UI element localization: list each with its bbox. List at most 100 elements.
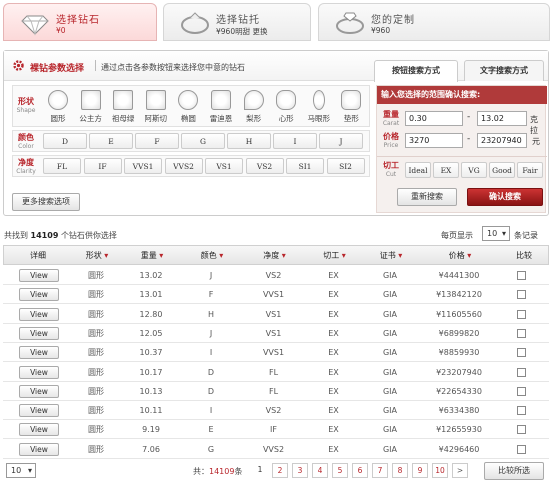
- view-button[interactable]: View: [19, 346, 59, 360]
- column-header[interactable]: 证书 ▾: [362, 246, 420, 266]
- compare-checkbox[interactable]: [517, 328, 526, 338]
- compare-selected-button[interactable]: 比较所选: [484, 462, 544, 480]
- shape-option[interactable]: 祖母绿: [108, 86, 138, 126]
- compare-checkbox[interactable]: [517, 367, 526, 377]
- page-link[interactable]: 6: [352, 463, 368, 478]
- range-dash: -: [467, 134, 471, 144]
- price-max-input[interactable]: 23207940: [477, 133, 527, 148]
- view-button[interactable]: View: [19, 384, 59, 398]
- compare-checkbox[interactable]: [517, 290, 526, 300]
- view-button[interactable]: View: [19, 404, 59, 418]
- price-min-input[interactable]: 3270: [405, 133, 463, 148]
- compare-checkbox[interactable]: [517, 444, 526, 454]
- color-option[interactable]: F: [135, 133, 179, 149]
- footer-per-page-select[interactable]: 10: [6, 463, 36, 478]
- shape-option[interactable]: 心形: [271, 86, 301, 126]
- page-link[interactable]: 10: [432, 463, 448, 478]
- page-link[interactable]: 9: [412, 463, 428, 478]
- sort-arrow-icon: ▾: [216, 251, 224, 260]
- cut-option[interactable]: Ideal: [405, 162, 431, 178]
- shape-option[interactable]: 椭圆: [173, 86, 203, 126]
- compare-checkbox[interactable]: [517, 271, 526, 280]
- cell-color: F: [208, 290, 214, 300]
- per-page-suffix: 条记录: [514, 231, 538, 240]
- view-button[interactable]: View: [19, 326, 59, 340]
- cell-weight: 9.19: [142, 425, 160, 435]
- clarity-option[interactable]: IF: [83, 158, 122, 174]
- clarity-option[interactable]: VVS2: [164, 158, 203, 174]
- cut-option[interactable]: VG: [461, 162, 487, 178]
- clarity-option[interactable]: VS1: [205, 158, 243, 174]
- compare-checkbox[interactable]: [517, 406, 526, 416]
- shape-option[interactable]: 梨形: [239, 86, 269, 126]
- shape-option[interactable]: 阿斯切: [141, 86, 171, 126]
- clarity-option[interactable]: SI1: [286, 158, 324, 174]
- per-page-select[interactable]: 10: [482, 226, 510, 241]
- column-header[interactable]: 净度 ▾: [242, 246, 307, 266]
- cut-option[interactable]: Fair: [517, 162, 543, 178]
- clarity-option[interactable]: VS2: [245, 158, 284, 174]
- cell-clarity: VVS1: [262, 348, 285, 358]
- tab-button-search[interactable]: 按钮搜索方式: [374, 60, 458, 82]
- view-button[interactable]: View: [19, 442, 59, 456]
- view-button[interactable]: View: [19, 423, 59, 437]
- shape-option[interactable]: 垫形: [336, 86, 366, 126]
- clarity-option[interactable]: SI2: [326, 158, 365, 174]
- column-header[interactable]: 切工 ▾: [307, 246, 362, 266]
- view-button[interactable]: View: [19, 288, 59, 302]
- shape-option[interactable]: 马眼形: [304, 86, 334, 126]
- compare-checkbox[interactable]: [517, 348, 526, 358]
- column-header[interactable]: 颜色 ▾: [182, 246, 242, 266]
- cell-shape: 圆形: [88, 425, 104, 435]
- clarity-option[interactable]: VVS1: [124, 158, 162, 174]
- shape-option[interactable]: 圆形: [43, 86, 73, 126]
- step-select-diamond[interactable]: 选择钻石 ¥0: [3, 3, 157, 41]
- page-link[interactable]: 2: [272, 463, 288, 478]
- page-link[interactable]: 4: [312, 463, 328, 478]
- confirm-search-button[interactable]: 确认搜索: [467, 188, 543, 206]
- color-option[interactable]: D: [43, 133, 87, 149]
- compare-checkbox[interactable]: [517, 425, 526, 435]
- cell-price: ¥11605560: [436, 309, 482, 319]
- column-header[interactable]: 价格 ▾: [420, 246, 500, 266]
- clarity-option[interactable]: FL: [43, 158, 81, 174]
- cut-option[interactable]: Good: [489, 162, 515, 178]
- color-option[interactable]: H: [227, 133, 271, 149]
- step-custom[interactable]: 您的定制 ¥960: [318, 3, 550, 41]
- more-options-button[interactable]: 更多搜索选项: [12, 193, 80, 211]
- color-option[interactable]: G: [181, 133, 225, 149]
- page-link[interactable]: 8: [392, 463, 408, 478]
- color-option[interactable]: J: [319, 133, 363, 149]
- view-button[interactable]: View: [19, 365, 59, 379]
- page-link[interactable]: 3: [292, 463, 308, 478]
- column-header[interactable]: 形状 ▾: [72, 246, 122, 266]
- page-link[interactable]: 5: [332, 463, 348, 478]
- step-title: 选择钻石: [56, 15, 100, 26]
- ring-with-diamond-icon: [336, 12, 364, 34]
- view-button[interactable]: View: [19, 307, 59, 321]
- color-option[interactable]: I: [273, 133, 317, 149]
- tab-text-search[interactable]: 文字搜索方式: [464, 60, 544, 81]
- shape-option-label: 阿斯切: [144, 114, 168, 123]
- cut-label: 切工 Cut: [383, 161, 399, 178]
- next-page-button[interactable]: >: [452, 463, 468, 478]
- range-header: 输入您选择的范围确认搜索:: [377, 86, 547, 104]
- view-button[interactable]: View: [19, 269, 59, 282]
- cell-price: ¥6899820: [438, 328, 480, 338]
- page-link[interactable]: 7: [372, 463, 388, 478]
- reset-search-button[interactable]: 重新搜索: [397, 188, 457, 206]
- page-link[interactable]: 1: [252, 463, 268, 478]
- weight-max-input[interactable]: 13.02: [477, 111, 527, 126]
- step-select-setting[interactable]: 选择钻托 ¥960明甜 更换: [163, 3, 311, 41]
- color-option[interactable]: E: [89, 133, 133, 149]
- column-header[interactable]: 重量 ▾: [122, 246, 182, 266]
- compare-checkbox[interactable]: [517, 309, 526, 319]
- cut-option[interactable]: EX: [433, 162, 459, 178]
- diamond-shape-icon: [80, 90, 101, 110]
- cell-price: ¥12655930: [436, 425, 482, 435]
- compare-checkbox[interactable]: [517, 386, 526, 396]
- shape-option[interactable]: 雷迪恩: [206, 86, 236, 126]
- weight-min-input[interactable]: 0.30: [405, 111, 463, 126]
- shape-option[interactable]: 公主方: [76, 86, 106, 126]
- diamond-shape-icon: [243, 90, 264, 110]
